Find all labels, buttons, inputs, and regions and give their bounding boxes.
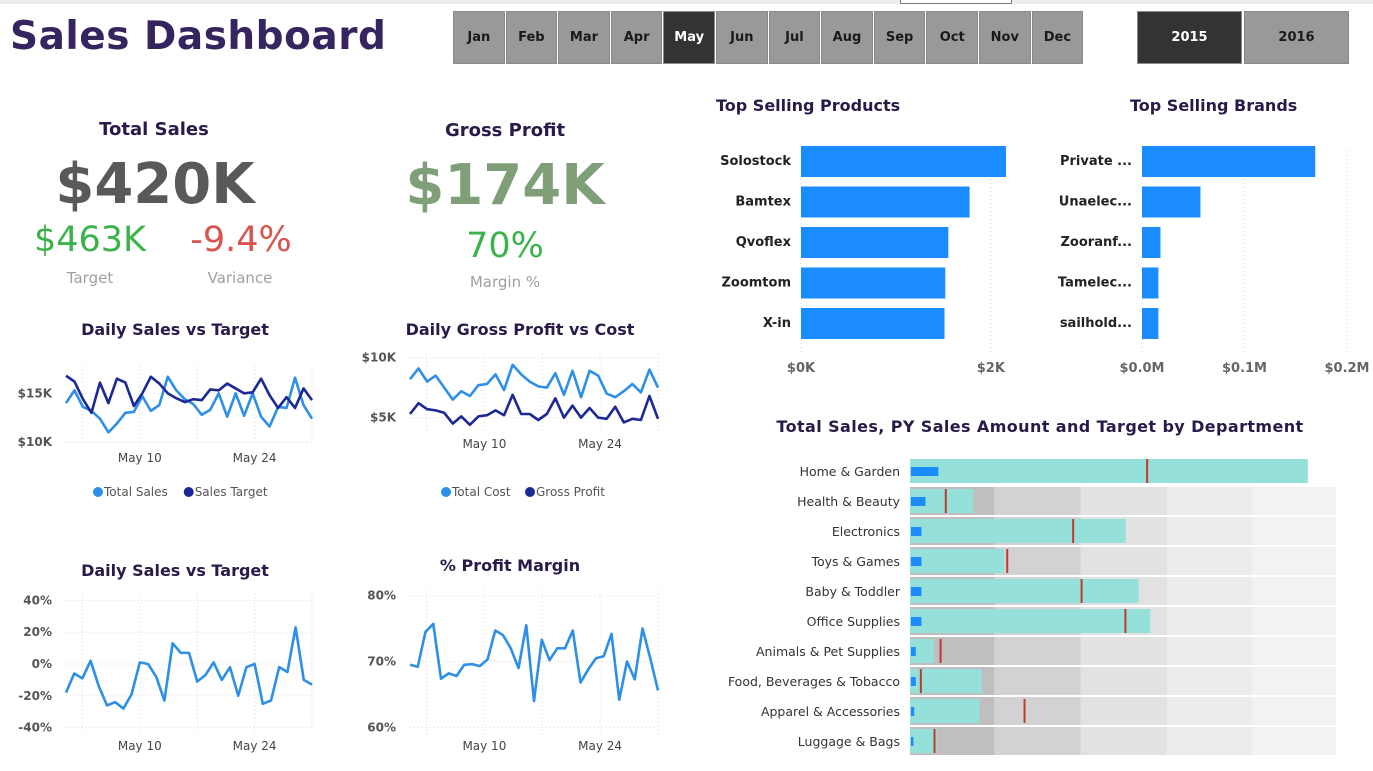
bar-category-label: sailhold... bbox=[1060, 316, 1132, 331]
department-label: Apparel & Accessories bbox=[761, 704, 900, 719]
bar-category-label: Zoomtom bbox=[721, 276, 791, 291]
x-tick-label: May 24 bbox=[578, 739, 622, 753]
x-tick-label: $2K bbox=[977, 361, 1006, 376]
total-sales-bar bbox=[911, 647, 916, 656]
bar bbox=[1142, 267, 1159, 299]
total-sales-bar bbox=[911, 467, 939, 476]
y-tick-label: 40% bbox=[23, 593, 52, 607]
department-label: Office Supplies bbox=[807, 614, 900, 629]
y-tick-label: 80% bbox=[367, 589, 396, 603]
py-sales-bar bbox=[910, 549, 1005, 573]
legend-label: Gross Profit bbox=[536, 485, 605, 499]
bar bbox=[1142, 146, 1316, 177]
total-sales-bar bbox=[911, 587, 922, 596]
bar-category-label: Solostock bbox=[720, 154, 791, 169]
x-tick-label: $0.1M bbox=[1222, 361, 1267, 376]
py-sales-bar bbox=[910, 729, 937, 753]
x-tick-label: $0.0M bbox=[1119, 361, 1164, 376]
y-tick-label: -40% bbox=[18, 721, 52, 735]
legend-marker bbox=[525, 487, 535, 497]
series-line-margin- bbox=[409, 622, 660, 703]
department-label: Toys & Games bbox=[811, 554, 901, 569]
py-sales-bar bbox=[910, 609, 1151, 633]
bar bbox=[801, 227, 949, 258]
legend-label: Total Sales bbox=[103, 485, 168, 499]
y-tick-label: $10K bbox=[18, 435, 53, 449]
department-label: Electronics bbox=[832, 524, 900, 539]
series-line-gross-profit bbox=[408, 393, 660, 427]
y-tick-label: $10K bbox=[362, 351, 397, 365]
total-sales-bar bbox=[911, 557, 922, 566]
bar bbox=[801, 267, 946, 299]
legend-label: Total Cost bbox=[451, 485, 511, 499]
legend-marker bbox=[183, 487, 194, 497]
y-tick-label: 0% bbox=[32, 657, 52, 671]
x-tick-label: $0K bbox=[787, 361, 816, 376]
bar bbox=[801, 186, 970, 218]
bar bbox=[1142, 308, 1159, 339]
y-tick-label: 70% bbox=[367, 655, 396, 669]
y-tick-label: $5K bbox=[370, 411, 397, 425]
bar-category-label: Bamtex bbox=[735, 195, 791, 210]
total-sales-bar bbox=[911, 497, 926, 506]
bar-category-label: Private ... bbox=[1060, 154, 1132, 169]
bullet-band bbox=[1251, 486, 1336, 756]
department-label: Food, Beverages & Tobacco bbox=[728, 674, 900, 689]
x-tick-label: May 10 bbox=[118, 451, 162, 465]
total-sales-bar bbox=[911, 617, 922, 626]
bar-category-label: Zooranf... bbox=[1061, 235, 1133, 250]
bar bbox=[801, 146, 1007, 177]
bar-category-label: Tamelec... bbox=[1058, 276, 1132, 291]
bar-category-label: Unaelec... bbox=[1059, 195, 1132, 210]
series-line-total-cost bbox=[408, 363, 660, 401]
legend-label: Sales Target bbox=[195, 485, 268, 499]
bar-category-label: Qvoflex bbox=[736, 235, 792, 250]
department-label: Luggage & Bags bbox=[798, 734, 900, 749]
bar bbox=[1142, 186, 1201, 218]
series-line-sales-target bbox=[65, 374, 314, 415]
y-tick-label: $15K bbox=[18, 386, 53, 400]
y-tick-label: 20% bbox=[23, 625, 52, 639]
py-sales-bar bbox=[910, 699, 980, 723]
x-tick-label: May 24 bbox=[233, 739, 277, 753]
py-sales-bar bbox=[910, 579, 1139, 603]
y-tick-label: 60% bbox=[367, 720, 396, 734]
py-sales-bar bbox=[910, 519, 1126, 543]
x-tick-label: May 10 bbox=[462, 437, 506, 451]
x-tick-label: May 10 bbox=[462, 739, 506, 753]
legend-marker bbox=[441, 487, 451, 497]
total-sales-bar bbox=[911, 707, 915, 716]
legend-marker bbox=[93, 487, 103, 497]
bar bbox=[1142, 227, 1161, 258]
py-sales-bar bbox=[910, 459, 1308, 483]
department-label: Baby & Toddler bbox=[805, 584, 900, 599]
bar-category-label: X-in bbox=[763, 316, 791, 331]
x-tick-label: May 10 bbox=[118, 739, 162, 753]
series-line-variance- bbox=[64, 626, 313, 710]
x-tick-label: $0.2M bbox=[1324, 361, 1369, 376]
x-tick-label: May 24 bbox=[233, 451, 277, 465]
department-label: Health & Beauty bbox=[797, 494, 900, 509]
total-sales-bar bbox=[911, 677, 916, 686]
total-sales-bar bbox=[911, 737, 914, 746]
dashboard-charts: $10K $15K May 10 May 24 Total Sales Sales Tar… bbox=[18, 146, 1370, 757]
y-tick-label: -20% bbox=[18, 689, 52, 703]
department-label: Home & Garden bbox=[800, 464, 900, 479]
department-label: Animals & Pet Supplies bbox=[756, 644, 900, 659]
total-sales-bar bbox=[911, 527, 922, 536]
bar bbox=[801, 308, 945, 339]
bullet-band bbox=[1167, 486, 1252, 756]
x-tick-label: May 24 bbox=[578, 437, 622, 451]
